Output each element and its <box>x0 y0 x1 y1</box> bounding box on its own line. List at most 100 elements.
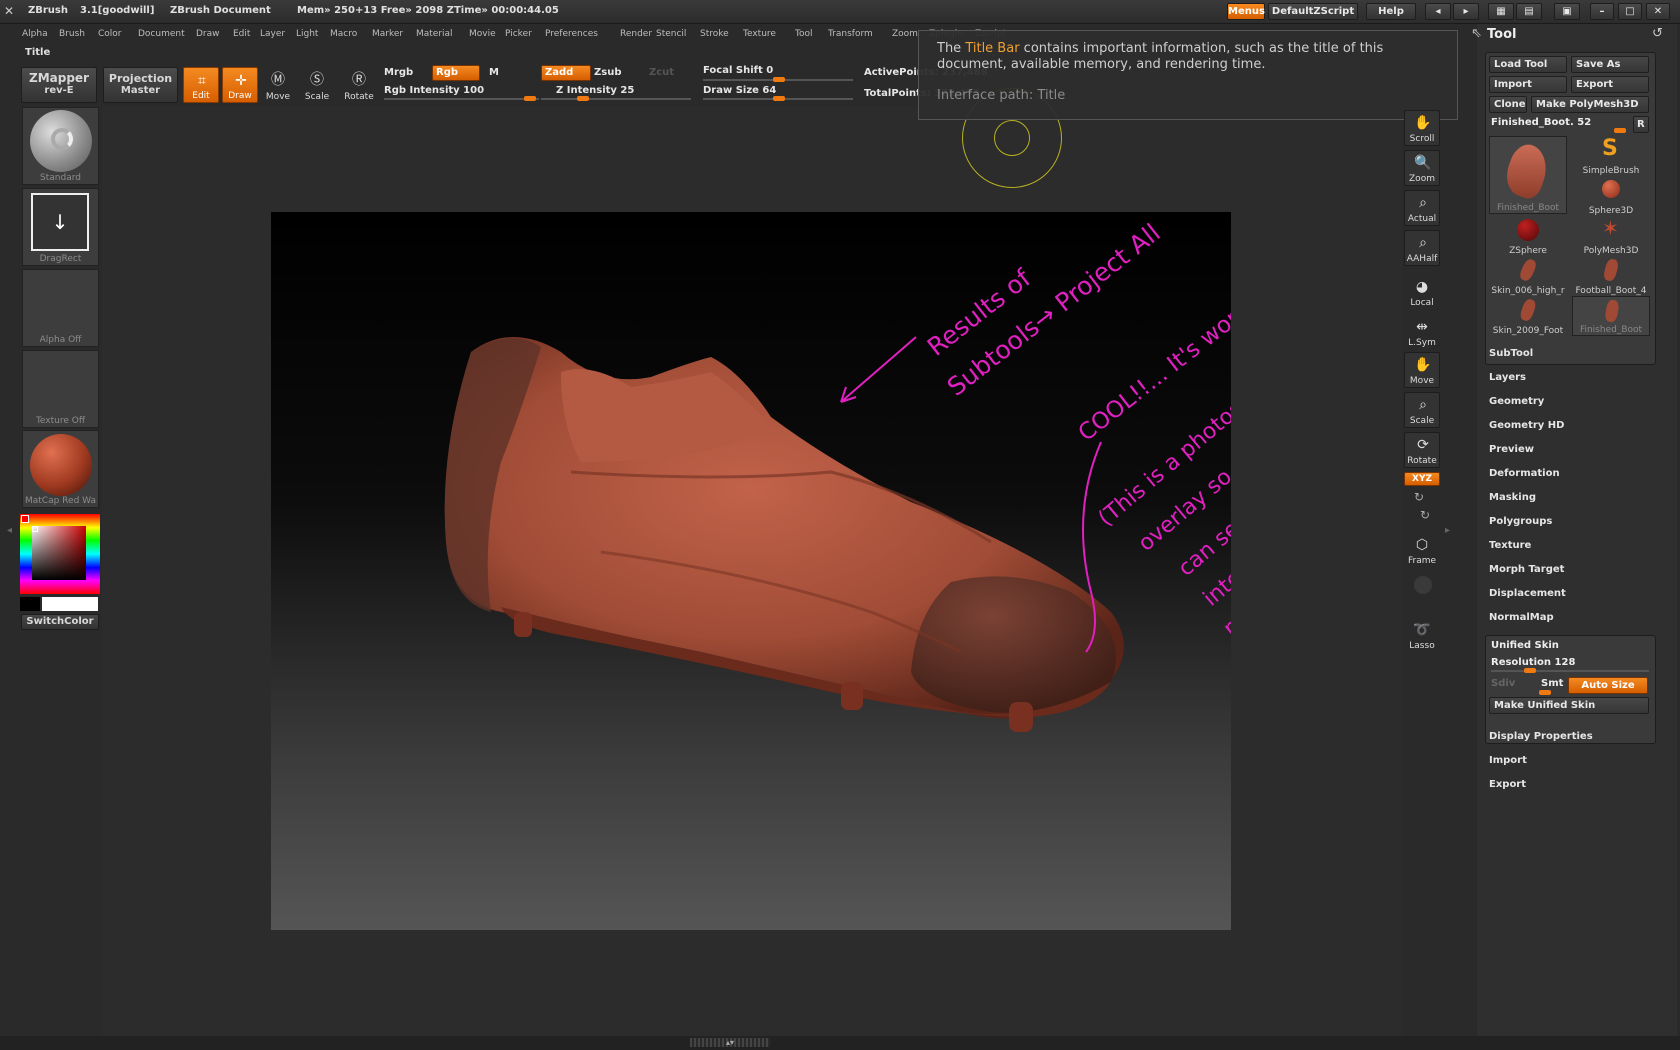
section-import[interactable]: Import <box>1489 755 1527 766</box>
rotate-z-icon[interactable]: ↻ <box>1420 508 1430 522</box>
default-zscript-button[interactable]: DefaultZScript <box>1268 3 1358 20</box>
section-morph-target[interactable]: Morph Target <box>1489 564 1564 575</box>
zmapper-button[interactable]: ZMapper rev-E <box>21 67 97 103</box>
right-panel-collapse-handle[interactable]: ▸ <box>1445 525 1450 536</box>
menu-color[interactable]: Color <box>98 29 122 39</box>
frame-button[interactable]: ⬡ Frame <box>1404 533 1440 567</box>
section-layers[interactable]: Layers <box>1489 372 1526 383</box>
close-icon[interactable]: ✕ <box>1646 3 1670 20</box>
rgb-intensity-slider[interactable]: Rgb Intensity 100 <box>384 85 484 96</box>
tool-zsphere[interactable]: ZSphere <box>1489 216 1567 256</box>
tool-simple-brush[interactable]: S SimpleBrush <box>1572 136 1650 176</box>
export-tool-button[interactable]: Export <box>1571 76 1649 93</box>
z-intensity-track[interactable] <box>541 98 691 100</box>
z-intensity-slider[interactable]: Z Intensity 25 <box>556 85 634 96</box>
save-as-button[interactable]: Save As <box>1571 56 1649 73</box>
section-displacement[interactable]: Displacement <box>1489 588 1566 599</box>
tool-polymesh3d[interactable]: ✶ PolyMesh3D <box>1572 216 1650 256</box>
view-scale-button[interactable]: ⌕ Scale <box>1404 392 1440 428</box>
menu-document[interactable]: Document <box>138 29 185 39</box>
bottom-shelf-toggle[interactable]: ▴▾ <box>690 1038 770 1047</box>
tool-skin-006[interactable]: Skin_006_high_r <box>1489 256 1567 296</box>
menu-preferences[interactable]: Preferences <box>545 29 598 39</box>
smt-slider[interactable]: Smt <box>1541 678 1563 689</box>
material-thumbnail[interactable]: MatCap Red Wa <box>22 430 99 508</box>
rotate-y-icon[interactable]: ↻ <box>1414 490 1424 504</box>
menu-stroke[interactable]: Stroke <box>700 29 729 39</box>
menu-light[interactable]: Light <box>296 29 318 39</box>
minimize-icon[interactable]: – <box>1590 3 1614 20</box>
scale-button[interactable]: Ⓢ Scale <box>299 67 335 103</box>
z-intensity-knob[interactable] <box>577 96 589 101</box>
smt-knob[interactable] <box>1539 690 1551 695</box>
brush-thumbnail[interactable]: Standard <box>22 107 99 185</box>
section-masking[interactable]: Masking <box>1489 492 1536 503</box>
lasso-button[interactable]: ➰ Lasso <box>1404 618 1440 652</box>
local-button[interactable]: ◕ Local <box>1404 275 1440 309</box>
texture-thumbnail[interactable]: Texture Off <box>22 350 99 428</box>
panel-reset-icon[interactable]: ↺ <box>1652 26 1663 41</box>
auto-size-button[interactable]: Auto Size <box>1568 677 1648 694</box>
move-button[interactable]: Ⓜ Move <box>260 67 296 103</box>
section-display-properties[interactable]: Display Properties <box>1489 731 1593 742</box>
xyz-button[interactable]: XYZ <box>1404 472 1440 486</box>
layout-grid-icon[interactable]: ▦ <box>1488 3 1514 20</box>
mrgb-button[interactable]: Mrgb <box>384 67 413 78</box>
menu-macro[interactable]: Macro <box>330 29 357 39</box>
section-subtool[interactable]: SubTool <box>1489 348 1533 359</box>
rgb-intensity-track[interactable] <box>384 98 539 100</box>
make-unified-skin-button[interactable]: Make Unified Skin <box>1489 697 1649 714</box>
make-polymesh-button[interactable]: Make PolyMesh3D <box>1531 96 1649 113</box>
load-tool-button[interactable]: Load Tool <box>1489 56 1567 73</box>
tool-football-boot-4[interactable]: Football_Boot_4 <box>1572 256 1650 296</box>
help-button[interactable]: Help <box>1366 3 1416 20</box>
canvas[interactable]: Results of Subtools→ Project All COOL!!.… <box>271 212 1231 930</box>
section-polygroups[interactable]: Polygroups <box>1489 516 1552 527</box>
stroke-thumbnail[interactable]: ↓ DragRect <box>22 188 99 266</box>
section-normalmap[interactable]: NormalMap <box>1489 612 1554 623</box>
r-button[interactable]: R <box>1633 116 1649 133</box>
edit-button[interactable]: ⌗ Edit <box>183 67 219 103</box>
menus-button[interactable]: Menus <box>1227 3 1265 20</box>
view-rotate-button[interactable]: ⟳ Rotate <box>1404 432 1440 468</box>
primary-color-swatch[interactable] <box>42 597 98 611</box>
lock-icon[interactable]: ▣ <box>1554 3 1580 20</box>
resolution-slider[interactable]: Resolution 128 <box>1491 657 1575 668</box>
alpha-thumbnail[interactable]: Alpha Off <box>22 269 99 347</box>
menu-stencil[interactable]: Stencil <box>656 29 686 39</box>
resolution-knob[interactable] <box>1524 668 1536 673</box>
draw-size-knob[interactable] <box>773 96 785 101</box>
prev-layout-icon[interactable]: ◂ <box>1425 3 1451 20</box>
menu-alpha[interactable]: Alpha <box>22 29 48 39</box>
rotate-button[interactable]: Ⓡ Rotate <box>341 67 377 103</box>
next-layout-icon[interactable]: ▸ <box>1453 3 1479 20</box>
current-tool-slider[interactable]: Finished_Boot. 52 <box>1491 117 1591 128</box>
zcut-button[interactable]: Zcut <box>649 67 674 78</box>
menu-zoom[interactable]: Zoom <box>892 29 918 39</box>
menu-layer[interactable]: Layer <box>260 29 285 39</box>
maximize-icon[interactable]: □ <box>1618 3 1642 20</box>
secondary-color-swatch[interactable] <box>20 597 40 611</box>
unified-skin-title[interactable]: Unified Skin <box>1491 640 1559 651</box>
resolution-track[interactable] <box>1491 670 1649 672</box>
color-picker[interactable] <box>20 514 100 594</box>
left-panel-collapse-handle[interactable]: ◂ <box>7 525 12 536</box>
projection-master-button[interactable]: Projection Master <box>103 67 178 103</box>
section-deformation[interactable]: Deformation <box>1489 468 1560 479</box>
menu-draw[interactable]: Draw <box>196 29 220 39</box>
tool-sphere3d[interactable]: Sphere3D <box>1572 176 1650 216</box>
zsub-button[interactable]: Zsub <box>594 67 621 78</box>
zadd-button[interactable]: Zadd <box>541 65 591 81</box>
focal-shift-slider[interactable]: Focal Shift 0 <box>703 65 773 76</box>
clone-button[interactable]: Clone <box>1489 96 1527 113</box>
menu-picker[interactable]: Picker <box>505 29 532 39</box>
color-picker-square[interactable] <box>32 526 86 580</box>
tool-skin-2009[interactable]: Skin_2009_Foot <box>1489 296 1567 336</box>
m-button[interactable]: M <box>489 67 499 78</box>
scroll-button[interactable]: ✋ Scroll <box>1404 110 1440 146</box>
switch-color-button[interactable]: SwitchColor <box>21 614 99 630</box>
actual-button[interactable]: ⌕ Actual <box>1404 190 1440 226</box>
lsym-button[interactable]: ⇹ L.Sym <box>1404 315 1440 349</box>
rgb-button[interactable]: Rgb <box>432 65 480 81</box>
current-tool-knob[interactable] <box>1614 128 1626 133</box>
